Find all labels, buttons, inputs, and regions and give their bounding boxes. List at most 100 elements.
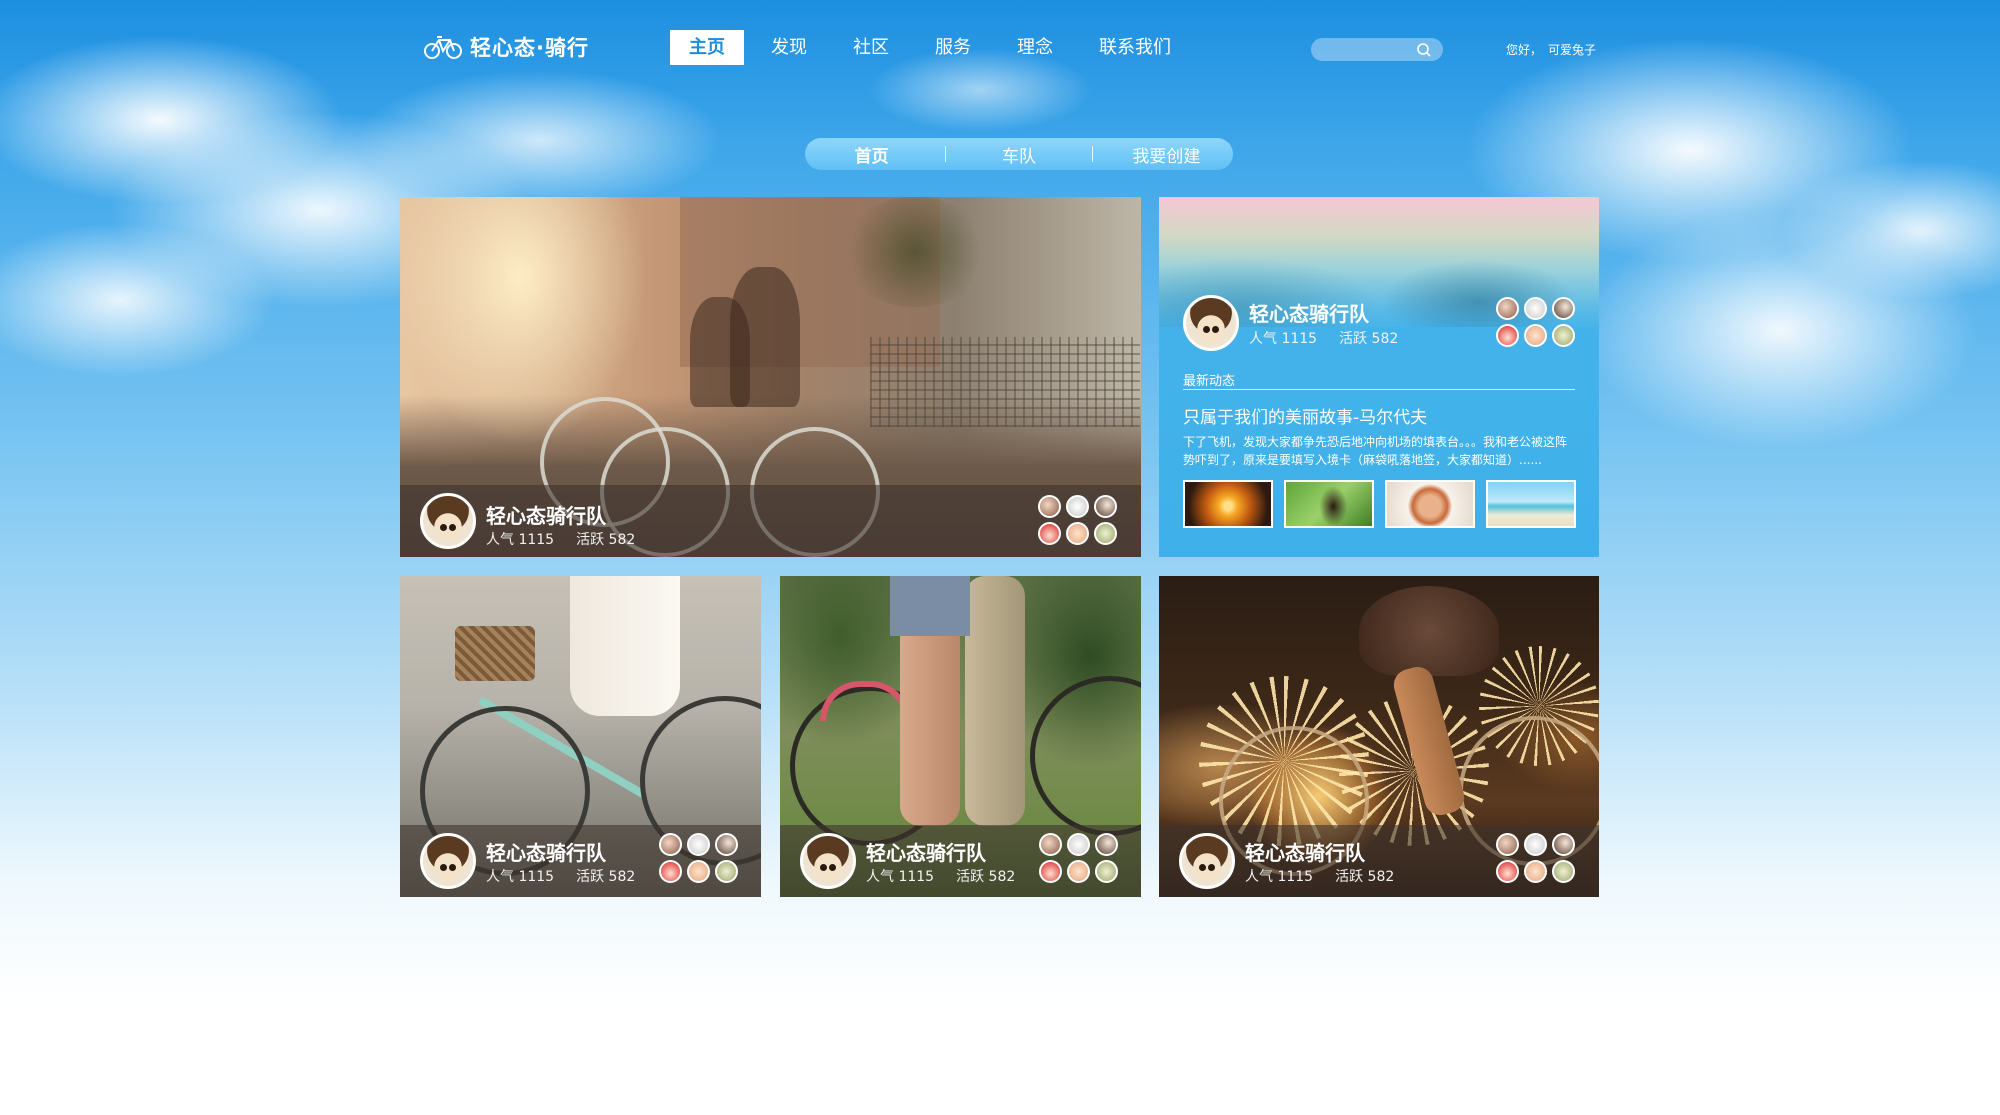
member-avatar[interactable] [1067, 860, 1090, 883]
nav-item-contact[interactable]: 联系我们 [1080, 30, 1190, 65]
popularity-count: 人气 1115 [486, 869, 555, 885]
site-logo[interactable]: 轻心态·骑行 [424, 32, 589, 62]
search-input[interactable] [1311, 38, 1443, 61]
member-avatars [1038, 495, 1117, 545]
team-card-main[interactable]: 轻心态骑行队 人气 1115 活跃 582 [400, 197, 1141, 557]
user-greeting: 您好， 可爱兔子 [1506, 41, 1596, 58]
member-avatar[interactable] [1094, 495, 1117, 518]
divider [1183, 389, 1575, 390]
member-avatar[interactable] [1496, 860, 1519, 883]
member-avatars [1496, 833, 1575, 883]
nav-item-philosophy[interactable]: 理念 [998, 30, 1072, 65]
member-avatar[interactable] [1524, 860, 1547, 883]
activity-count: 活跃 582 [1335, 869, 1395, 885]
team-info-bar: 轻心态骑行队 人气 1115 活跃 582 [400, 825, 761, 897]
team-stats: 人气 1115 活跃 582 [486, 529, 635, 549]
member-avatar[interactable] [659, 833, 682, 856]
member-avatar[interactable] [1552, 297, 1575, 320]
team-card[interactable]: 轻心态骑行队 人气 1115 活跃 582 [400, 576, 761, 897]
team-stats: 人气 1115 活跃 582 [486, 866, 635, 886]
activity-count: 活跃 582 [576, 532, 636, 548]
activity-count: 活跃 582 [956, 869, 1016, 885]
team-name[interactable]: 轻心态骑行队 [486, 837, 606, 866]
team-avatar[interactable] [420, 833, 476, 889]
news-thumbnail-sunset[interactable] [1183, 480, 1273, 528]
popularity-count: 人气 1115 [1249, 331, 1318, 347]
team-avatar[interactable] [800, 833, 856, 889]
team-stats: 人气 1115 活跃 582 [1245, 866, 1394, 886]
activity-count: 活跃 582 [1339, 331, 1399, 347]
team-name[interactable]: 轻心态骑行队 [1245, 837, 1365, 866]
team-info-bar: 轻心态骑行队 人气 1115 活跃 582 [1159, 825, 1599, 897]
member-avatar[interactable] [715, 833, 738, 856]
member-avatar[interactable] [1524, 297, 1547, 320]
member-avatar[interactable] [687, 833, 710, 856]
member-avatar[interactable] [1552, 324, 1575, 347]
team-info-bar: 轻心态骑行队 人气 1115 活跃 582 [400, 485, 1141, 557]
team-name[interactable]: 轻心态骑行队 [486, 500, 606, 529]
latest-news-heading: 最新动态 [1183, 374, 1236, 389]
nav-item-services[interactable]: 服务 [916, 30, 990, 65]
member-avatar[interactable] [1067, 833, 1090, 856]
member-avatar[interactable] [1095, 833, 1118, 856]
team-stats: 人气 1115 活跃 582 [866, 866, 1015, 886]
featured-team-panel: 轻心态骑行队 人气 1115 活跃 582 最新动态 只属于我们的美丽故事-马尔代… [1159, 197, 1599, 557]
subnav-divider [1092, 146, 1094, 162]
subnav-create[interactable]: 我要创建 [1106, 142, 1226, 167]
news-thumbnails [1183, 480, 1576, 528]
team-card[interactable]: 轻心态骑行队 人气 1115 活跃 582 [780, 576, 1141, 897]
member-avatars [1039, 833, 1118, 883]
news-thumbnail-beach[interactable] [1486, 480, 1576, 528]
member-avatar[interactable] [1524, 324, 1547, 347]
main-nav: 主页 发现 社区 服务 理念 联系我们 [670, 30, 1198, 65]
member-avatar[interactable] [1039, 833, 1062, 856]
member-avatar[interactable] [715, 860, 738, 883]
member-avatar[interactable] [1038, 495, 1061, 518]
activity-count: 活跃 582 [576, 869, 636, 885]
nav-item-community[interactable]: 社区 [834, 30, 908, 65]
member-avatar[interactable] [659, 860, 682, 883]
subnav-teams[interactable]: 车队 [959, 142, 1079, 167]
member-avatar[interactable] [687, 860, 710, 883]
team-info-bar: 轻心态骑行队 人气 1115 活跃 582 [780, 825, 1141, 897]
member-avatars [659, 833, 738, 883]
member-avatar[interactable] [1038, 522, 1061, 545]
greeting-text: 您好， [1506, 43, 1543, 57]
nav-item-home[interactable]: 主页 [670, 30, 744, 65]
member-avatar[interactable] [1552, 860, 1575, 883]
popularity-count: 人气 1115 [1245, 869, 1314, 885]
team-card[interactable]: 轻心态骑行队 人气 1115 活跃 582 [1159, 576, 1599, 897]
news-thumbnail-portrait[interactable] [1284, 480, 1374, 528]
member-avatar[interactable] [1066, 522, 1089, 545]
team-stats: 人气 1115 活跃 582 [1249, 328, 1398, 348]
popularity-count: 人气 1115 [866, 869, 935, 885]
sub-nav: 首页 车队 我要创建 [805, 138, 1233, 170]
team-avatar[interactable] [420, 493, 476, 549]
bicycle-icon [424, 36, 462, 59]
top-bar: 轻心态·骑行 主页 发现 社区 服务 理念 联系我们 您好， 可爱兔子 [0, 0, 2000, 95]
news-thumbnail-food[interactable] [1385, 480, 1475, 528]
member-avatar[interactable] [1095, 860, 1118, 883]
member-avatar[interactable] [1066, 495, 1089, 518]
nav-item-discover[interactable]: 发现 [752, 30, 826, 65]
member-avatar[interactable] [1039, 860, 1062, 883]
team-avatar[interactable] [1179, 833, 1235, 889]
member-avatar[interactable] [1496, 297, 1519, 320]
username-link[interactable]: 可爱兔子 [1548, 43, 1596, 57]
subnav-divider [944, 146, 946, 162]
member-avatar[interactable] [1094, 522, 1117, 545]
news-title-link[interactable]: 只属于我们的美丽故事-马尔代夫 [1183, 403, 1427, 428]
popularity-count: 人气 1115 [486, 532, 555, 548]
search-icon[interactable] [1415, 41, 1433, 59]
team-name[interactable]: 轻心态骑行队 [866, 837, 986, 866]
member-avatar[interactable] [1552, 833, 1575, 856]
member-avatars [1496, 297, 1575, 347]
member-avatar[interactable] [1524, 833, 1547, 856]
news-excerpt: 下了飞机，发现大家都争先恐后地冲向机场的填表台。。。我和老公被这阵势吓到了，原来… [1183, 435, 1568, 467]
member-avatar[interactable] [1496, 324, 1519, 347]
team-avatar[interactable] [1183, 295, 1239, 351]
member-avatar[interactable] [1496, 833, 1519, 856]
team-name[interactable]: 轻心态骑行队 [1249, 298, 1369, 327]
subnav-home[interactable]: 首页 [812, 142, 932, 167]
logo-text: 轻心态·骑行 [470, 36, 589, 60]
